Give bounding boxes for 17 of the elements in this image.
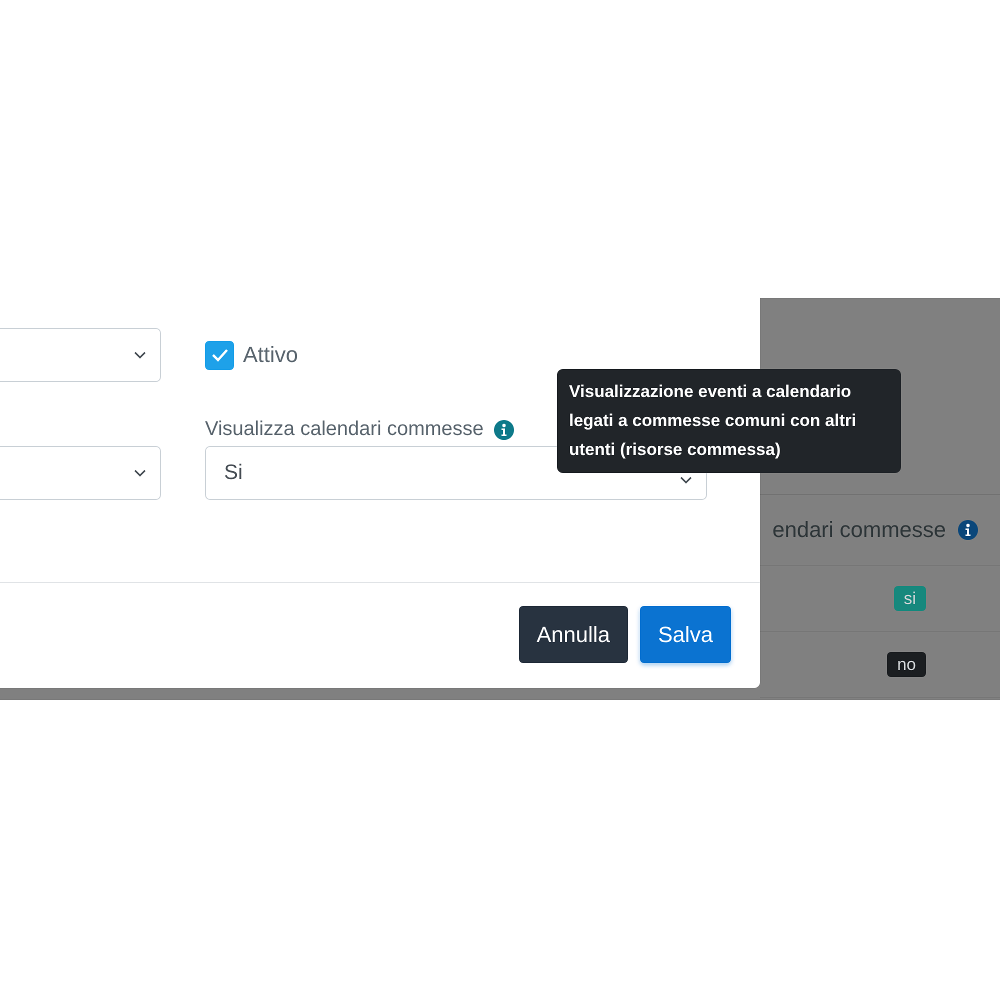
cancel-button[interactable]: Annulla [518,606,628,663]
select-field[interactable] [0,446,161,500]
info-icon[interactable] [494,420,514,440]
column-header: endari commesse [772,517,946,543]
status-badge: no [887,652,926,677]
checkbox-label: Attivo [243,342,298,368]
tooltip: Visualizzazione eventi a calendario legati a commesse comuni con altri utenti (risorse commessa) [557,369,901,473]
info-icon[interactable] [958,520,978,540]
status-badge: si [894,586,926,611]
select-field[interactable] [0,328,161,382]
chevron-icon [134,351,146,359]
checkbox[interactable] [205,340,234,370]
chevron-icon [134,469,146,477]
save-button[interactable]: Salva [640,606,731,663]
field-label: Visualizza calendari commesse [205,418,484,441]
checkmark-icon [210,348,228,362]
chevron-icon [680,476,692,484]
